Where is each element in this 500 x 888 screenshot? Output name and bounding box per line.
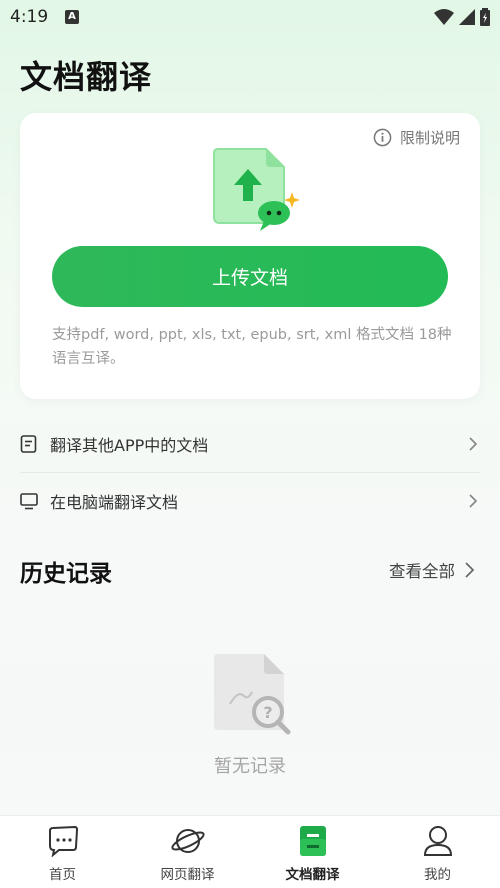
view-all-link[interactable]: 查看全部 <box>389 558 476 582</box>
view-all-label: 查看全部 <box>389 562 455 581</box>
chevron-right-icon <box>465 562 475 578</box>
wifi-icon <box>434 9 454 25</box>
chevron-right-icon <box>469 437 478 451</box>
page-title: 文档翻译 <box>20 58 153 96</box>
status-time: 4:19 <box>10 7 49 27</box>
signal-icon <box>459 9 475 25</box>
planet-icon <box>170 824 205 858</box>
document-translate-icon <box>296 824 330 858</box>
upload-card: 限制说明 上传文档 支持pdf, word, ppt, xls, txt, ep… <box>20 113 480 399</box>
empty-records-text: 暂无记录 <box>214 756 286 777</box>
upload-document-icon <box>213 148 300 231</box>
status-bar: 4:19 A <box>0 0 500 34</box>
document-icon <box>20 435 38 453</box>
tab-web-translate-label: 网页翻译 <box>160 867 215 883</box>
svg-text:?: ? <box>263 703 272 722</box>
empty-records-icon: ? <box>214 654 291 735</box>
monitor-icon <box>20 492 38 510</box>
upload-document-button[interactable]: 上传文档 <box>52 246 448 307</box>
supported-formats-text: 支持pdf, word, ppt, xls, txt, epub, srt, x… <box>52 327 452 367</box>
notification-icon: A <box>65 10 79 24</box>
profile-icon <box>421 824 455 858</box>
info-icon <box>373 128 392 147</box>
battery-icon <box>480 8 490 26</box>
limit-info-label: 限制说明 <box>399 129 460 147</box>
tab-document-translate[interactable]: 文档翻译 <box>250 816 375 888</box>
tab-home[interactable]: 首页 <box>0 816 125 888</box>
tab-home-label: 首页 <box>49 867 76 883</box>
tab-profile-label: 我的 <box>424 867 451 883</box>
tab-web-translate[interactable]: 网页翻译 <box>125 816 250 888</box>
bottom-tab-bar: 首页 网页翻译 文档翻译 我的 <box>0 815 500 888</box>
tab-profile[interactable]: 我的 <box>375 816 500 888</box>
translate-on-computer-label: 在电脑端翻译文档 <box>50 493 179 512</box>
status-icons <box>434 8 490 26</box>
translate-other-app-docs-row[interactable]: 翻译其他APP中的文档 <box>20 416 480 472</box>
tab-document-translate-label: 文档翻译 <box>285 867 340 883</box>
history-title: 历史记录 <box>20 561 112 587</box>
translate-on-computer-row[interactable]: 在电脑端翻译文档 <box>20 473 480 529</box>
translate-other-app-docs-label: 翻译其他APP中的文档 <box>50 436 209 455</box>
chat-home-icon <box>46 824 80 858</box>
chevron-right-icon <box>469 494 478 508</box>
limit-info-link[interactable]: 限制说明 <box>373 127 460 148</box>
